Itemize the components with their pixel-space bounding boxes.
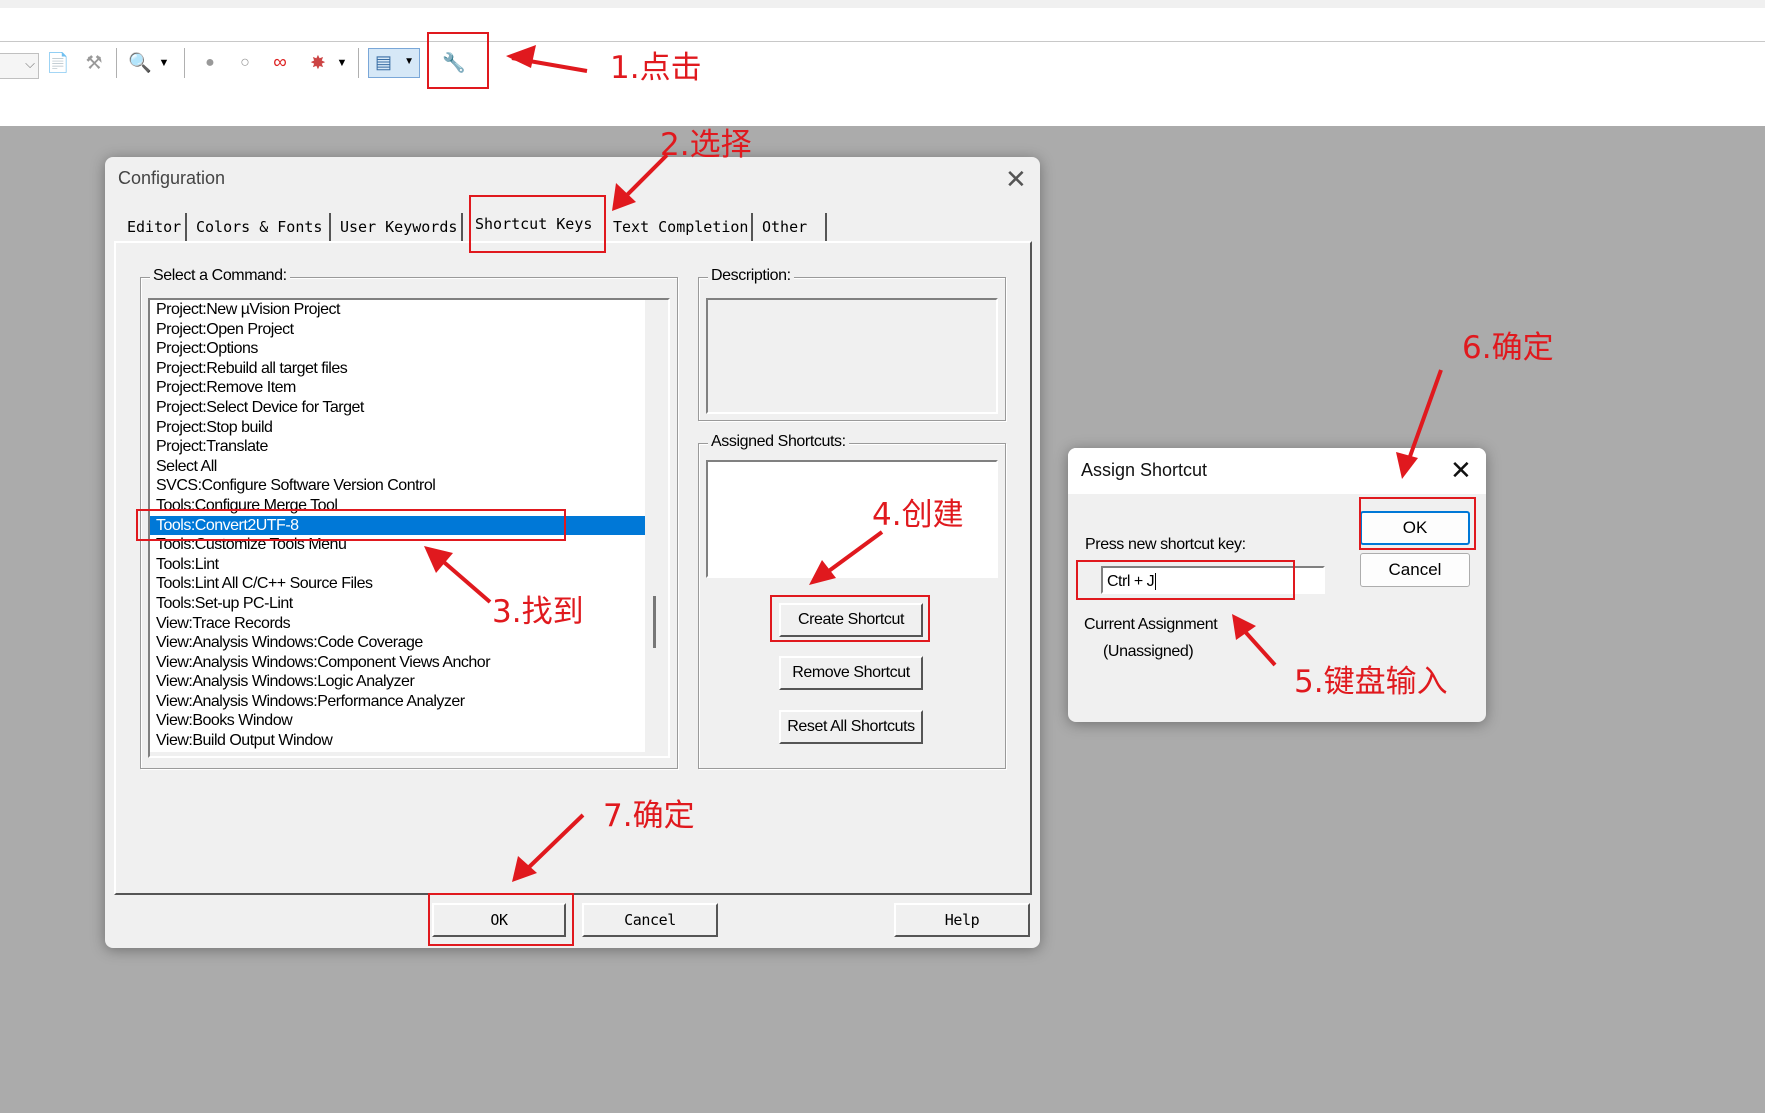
annotation-step7: 7.确定 — [603, 798, 695, 834]
arrow-step3 — [436, 555, 492, 604]
annotation-step2: 2.选择 — [660, 127, 752, 163]
arrowhead-step3 — [424, 546, 453, 573]
arrowhead-step6 — [1396, 452, 1418, 479]
arrowhead-step4 — [809, 560, 836, 585]
annotation-step4: 4.创建 — [872, 497, 964, 533]
annotation-step6: 6.确定 — [1462, 330, 1554, 366]
annotation-step1: 1.点击 — [610, 50, 702, 86]
arrowhead-step5 — [1232, 614, 1256, 640]
arrow-step4 — [820, 530, 884, 578]
annotation-step5: 5.键盘输入 — [1294, 664, 1448, 700]
arrow-step6 — [1406, 369, 1443, 463]
annotation-arrows — [424, 45, 1443, 882]
arrowhead-step7 — [512, 856, 537, 882]
arrowhead-step1 — [506, 45, 536, 68]
annotation-step3: 3.找到 — [492, 594, 584, 630]
arrow-step7 — [523, 813, 585, 873]
